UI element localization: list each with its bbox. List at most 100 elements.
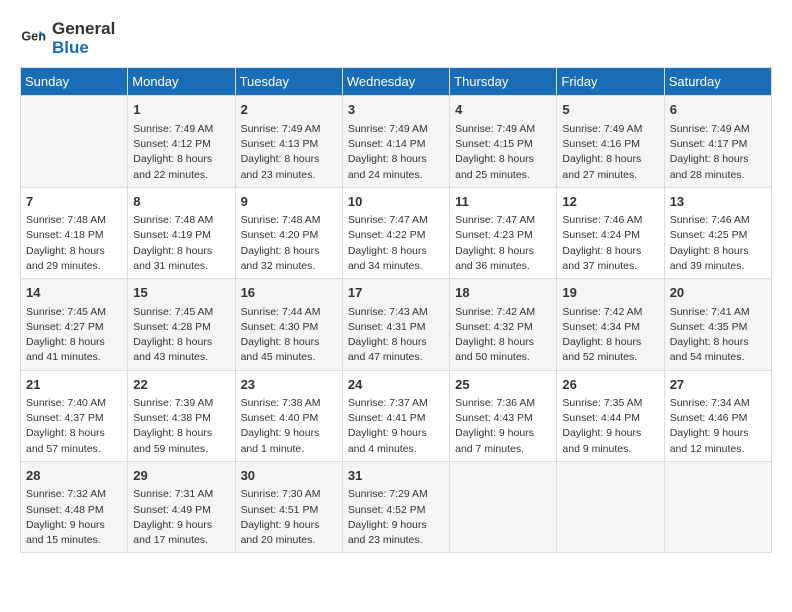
daylight-text: Daylight: 9 hours and 4 minutes. [348,427,427,454]
logo-general-text: General [52,20,115,39]
day-number: 27 [670,375,766,395]
daylight-text: Daylight: 8 hours and 29 minutes. [26,245,105,272]
sunrise-text: Sunrise: 7:49 AM [670,123,750,135]
sunrise-text: Sunrise: 7:48 AM [133,214,213,226]
sunrise-text: Sunrise: 7:31 AM [133,488,213,500]
calendar-cell: 31 Sunrise: 7:29 AM Sunset: 4:52 PM Dayl… [342,461,449,552]
calendar-cell: 29 Sunrise: 7:31 AM Sunset: 4:49 PM Dayl… [128,461,235,552]
sunset-text: Sunset: 4:34 PM [562,321,640,333]
day-number: 17 [348,283,444,303]
sunset-text: Sunset: 4:51 PM [241,504,319,516]
sunset-text: Sunset: 4:19 PM [133,229,211,241]
daylight-text: Daylight: 8 hours and 27 minutes. [562,153,641,180]
logo-icon: Gen [20,25,48,53]
day-number: 18 [455,283,551,303]
sunrise-text: Sunrise: 7:39 AM [133,397,213,409]
sunrise-text: Sunrise: 7:41 AM [670,306,750,318]
sunset-text: Sunset: 4:49 PM [133,504,211,516]
calendar-cell: 26 Sunrise: 7:35 AM Sunset: 4:44 PM Dayl… [557,370,664,461]
weekday-header-tuesday: Tuesday [235,68,342,96]
sunset-text: Sunset: 4:52 PM [348,504,426,516]
calendar-cell: 22 Sunrise: 7:39 AM Sunset: 4:38 PM Dayl… [128,370,235,461]
day-number: 5 [562,100,658,120]
calendar-cell: 7 Sunrise: 7:48 AM Sunset: 4:18 PM Dayli… [21,187,128,278]
cell-content: Sunrise: 7:31 AM Sunset: 4:49 PM Dayligh… [133,487,229,548]
day-number: 25 [455,375,551,395]
sunrise-text: Sunrise: 7:35 AM [562,397,642,409]
daylight-text: Daylight: 8 hours and 52 minutes. [562,336,641,363]
sunrise-text: Sunrise: 7:49 AM [455,123,535,135]
sunset-text: Sunset: 4:17 PM [670,138,748,150]
daylight-text: Daylight: 9 hours and 23 minutes. [348,519,427,546]
cell-content: Sunrise: 7:47 AM Sunset: 4:22 PM Dayligh… [348,213,444,274]
sunset-text: Sunset: 4:32 PM [455,321,533,333]
sunrise-text: Sunrise: 7:32 AM [26,488,106,500]
day-number: 20 [670,283,766,303]
sunrise-text: Sunrise: 7:43 AM [348,306,428,318]
calendar-cell: 16 Sunrise: 7:44 AM Sunset: 4:30 PM Dayl… [235,279,342,370]
sunrise-text: Sunrise: 7:46 AM [562,214,642,226]
weekday-header-sunday: Sunday [21,68,128,96]
weekday-header-monday: Monday [128,68,235,96]
day-number: 16 [241,283,337,303]
day-number: 10 [348,192,444,212]
sunrise-text: Sunrise: 7:37 AM [348,397,428,409]
sunrise-text: Sunrise: 7:45 AM [133,306,213,318]
day-number: 29 [133,466,229,486]
weekday-header-row: SundayMondayTuesdayWednesdayThursdayFrid… [21,68,772,96]
sunset-text: Sunset: 4:20 PM [241,229,319,241]
cell-content: Sunrise: 7:37 AM Sunset: 4:41 PM Dayligh… [348,396,444,457]
daylight-text: Daylight: 8 hours and 54 minutes. [670,336,749,363]
day-number: 11 [455,192,551,212]
cell-content: Sunrise: 7:42 AM Sunset: 4:32 PM Dayligh… [455,305,551,366]
daylight-text: Daylight: 8 hours and 23 minutes. [241,153,320,180]
day-number: 26 [562,375,658,395]
day-number: 6 [670,100,766,120]
sunrise-text: Sunrise: 7:46 AM [670,214,750,226]
cell-content: Sunrise: 7:39 AM Sunset: 4:38 PM Dayligh… [133,396,229,457]
cell-content: Sunrise: 7:46 AM Sunset: 4:24 PM Dayligh… [562,213,658,274]
daylight-text: Daylight: 8 hours and 22 minutes. [133,153,212,180]
sunset-text: Sunset: 4:46 PM [670,412,748,424]
sunrise-text: Sunrise: 7:48 AM [26,214,106,226]
cell-content: Sunrise: 7:49 AM Sunset: 4:16 PM Dayligh… [562,122,658,183]
calendar-cell [450,461,557,552]
sunrise-text: Sunrise: 7:38 AM [241,397,321,409]
calendar-cell: 1 Sunrise: 7:49 AM Sunset: 4:12 PM Dayli… [128,96,235,187]
day-number: 9 [241,192,337,212]
calendar-cell: 20 Sunrise: 7:41 AM Sunset: 4:35 PM Dayl… [664,279,771,370]
daylight-text: Daylight: 8 hours and 41 minutes. [26,336,105,363]
daylight-text: Daylight: 8 hours and 36 minutes. [455,245,534,272]
cell-content: Sunrise: 7:48 AM Sunset: 4:19 PM Dayligh… [133,213,229,274]
cell-content: Sunrise: 7:45 AM Sunset: 4:27 PM Dayligh… [26,305,122,366]
day-number: 21 [26,375,122,395]
daylight-text: Daylight: 8 hours and 59 minutes. [133,427,212,454]
cell-content: Sunrise: 7:49 AM Sunset: 4:13 PM Dayligh… [241,122,337,183]
calendar-cell: 19 Sunrise: 7:42 AM Sunset: 4:34 PM Dayl… [557,279,664,370]
page-header: Gen General Blue [20,20,772,57]
weekday-header-thursday: Thursday [450,68,557,96]
daylight-text: Daylight: 9 hours and 12 minutes. [670,427,749,454]
calendar-cell: 14 Sunrise: 7:45 AM Sunset: 4:27 PM Dayl… [21,279,128,370]
cell-content: Sunrise: 7:34 AM Sunset: 4:46 PM Dayligh… [670,396,766,457]
calendar-week-row: 7 Sunrise: 7:48 AM Sunset: 4:18 PM Dayli… [21,187,772,278]
sunset-text: Sunset: 4:31 PM [348,321,426,333]
logo: Gen General Blue [20,20,115,57]
sunrise-text: Sunrise: 7:29 AM [348,488,428,500]
calendar-cell [664,461,771,552]
sunset-text: Sunset: 4:15 PM [455,138,533,150]
cell-content: Sunrise: 7:49 AM Sunset: 4:17 PM Dayligh… [670,122,766,183]
day-number: 2 [241,100,337,120]
sunrise-text: Sunrise: 7:48 AM [241,214,321,226]
calendar-cell: 24 Sunrise: 7:37 AM Sunset: 4:41 PM Dayl… [342,370,449,461]
cell-content: Sunrise: 7:41 AM Sunset: 4:35 PM Dayligh… [670,305,766,366]
calendar-cell: 3 Sunrise: 7:49 AM Sunset: 4:14 PM Dayli… [342,96,449,187]
day-number: 14 [26,283,122,303]
cell-content: Sunrise: 7:35 AM Sunset: 4:44 PM Dayligh… [562,396,658,457]
sunset-text: Sunset: 4:27 PM [26,321,104,333]
cell-content: Sunrise: 7:42 AM Sunset: 4:34 PM Dayligh… [562,305,658,366]
daylight-text: Daylight: 9 hours and 15 minutes. [26,519,105,546]
sunset-text: Sunset: 4:41 PM [348,412,426,424]
day-number: 31 [348,466,444,486]
sunset-text: Sunset: 4:40 PM [241,412,319,424]
